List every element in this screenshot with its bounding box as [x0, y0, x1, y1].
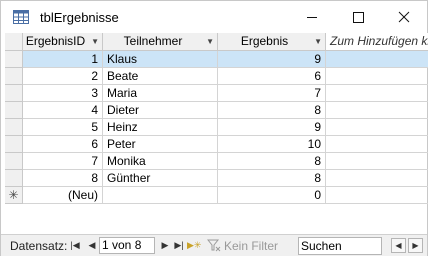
dropdown-arrow-icon[interactable]: ▼ — [314, 33, 322, 50]
cell-ergebnis[interactable]: 9 — [218, 51, 326, 68]
cell-ergebnis[interactable]: 8 — [218, 170, 326, 187]
cell-teilnehmer[interactable]: Heinz — [103, 119, 218, 136]
row-selector[interactable] — [5, 136, 23, 153]
cell-add-field[interactable] — [326, 119, 428, 136]
cell-add-field[interactable] — [326, 51, 428, 68]
cell-add-field[interactable] — [326, 170, 428, 187]
minimize-icon — [307, 17, 317, 18]
cell-ergebnisid[interactable]: 4 — [23, 102, 103, 119]
close-button[interactable] — [381, 1, 427, 33]
last-record-icon[interactable]: ▶| — [173, 238, 185, 253]
table-row[interactable]: 7 Monika 8 — [5, 153, 428, 170]
first-record-icon[interactable]: |◀ — [69, 238, 81, 253]
new-record-nav-icon[interactable]: ▶✳ — [187, 238, 201, 253]
cell-ergebnis[interactable]: 10 — [218, 136, 326, 153]
cell-add-field[interactable] — [326, 153, 428, 170]
cell-ergebnis[interactable]: 0 — [218, 187, 326, 204]
cell-ergebnisid[interactable]: 3 — [23, 85, 103, 102]
cell-add-field[interactable] — [326, 136, 428, 153]
close-icon — [398, 11, 410, 23]
table-row[interactable]: 4 Dieter 8 — [5, 102, 428, 119]
column-header-label: Teilnehmer — [123, 34, 183, 48]
column-header-label: ErgebnisID — [25, 34, 86, 48]
cell-ergebnisid[interactable]: 7 — [23, 153, 103, 170]
no-filter-icon — [207, 239, 221, 252]
column-header-ergebnis[interactable]: Ergebnis ▼ — [218, 33, 326, 51]
cell-teilnehmer[interactable]: Dieter — [103, 102, 218, 119]
cell-teilnehmer[interactable]: Peter — [103, 136, 218, 153]
maximize-icon — [353, 12, 364, 23]
row-selector[interactable] — [5, 68, 23, 85]
cell-ergebnis[interactable]: 8 — [218, 153, 326, 170]
datasheet-grid: ErgebnisID ▼ Teilnehmer ▼ Ergebnis ▼ Zum… — [5, 33, 428, 231]
cell-teilnehmer[interactable]: Monika — [103, 153, 218, 170]
column-header-label: Zum Hinzufügen kli — [330, 34, 428, 48]
cell-ergebnis[interactable]: 8 — [218, 102, 326, 119]
table-row[interactable]: 1 Klaus 9 — [5, 51, 428, 68]
cell-add-field[interactable] — [326, 187, 428, 204]
dropdown-arrow-icon[interactable]: ▼ — [206, 33, 214, 50]
scroll-left-icon[interactable]: ◀ — [391, 238, 406, 253]
datasheet-window: tblErgebnisse ErgebnisID ▼ Teilnehmer ▼ … — [0, 0, 428, 256]
cell-add-field[interactable] — [326, 102, 428, 119]
table-icon — [13, 10, 29, 24]
row-selector[interactable] — [5, 51, 23, 68]
cell-ergebnis[interactable]: 7 — [218, 85, 326, 102]
cell-teilnehmer[interactable]: Günther — [103, 170, 218, 187]
row-selector[interactable] — [5, 153, 23, 170]
cell-add-field[interactable] — [326, 85, 428, 102]
column-header-ergebnisid[interactable]: ErgebnisID ▼ — [23, 33, 103, 51]
title-bar: tblErgebnisse — [1, 1, 427, 33]
table-row[interactable]: 2 Beate 6 — [5, 68, 428, 85]
record-position-field[interactable]: 1 von 8 — [99, 237, 155, 254]
new-record-icon: ✳ — [5, 187, 23, 204]
select-all-corner[interactable] — [5, 33, 23, 51]
column-header-add-field[interactable]: Zum Hinzufügen kli — [326, 33, 428, 51]
column-header-teilnehmer[interactable]: Teilnehmer ▼ — [103, 33, 218, 51]
dropdown-arrow-icon[interactable]: ▼ — [91, 33, 99, 50]
record-navigation-bar: Datensatz: |◀ ◀ 1 von 8 ▶ ▶| ▶✳ Kein Fil… — [1, 234, 427, 256]
row-selector[interactable] — [5, 119, 23, 136]
search-input[interactable]: Suchen — [298, 237, 382, 255]
cell-teilnehmer[interactable]: Klaus — [103, 51, 218, 68]
minimize-button[interactable] — [289, 1, 335, 33]
cell-ergebnisid[interactable]: 6 — [23, 136, 103, 153]
table-row[interactable]: 6 Peter 10 — [5, 136, 428, 153]
cell-ergebnisid[interactable]: 1 — [23, 51, 103, 68]
row-selector[interactable] — [5, 170, 23, 187]
row-selector[interactable] — [5, 102, 23, 119]
cell-teilnehmer[interactable]: Maria — [103, 85, 218, 102]
filter-status[interactable]: Kein Filter — [224, 239, 278, 253]
next-record-icon[interactable]: ▶ — [159, 238, 171, 253]
scroll-right-icon[interactable]: ▶ — [408, 238, 423, 253]
table-row[interactable]: 8 Günther 8 — [5, 170, 428, 187]
maximize-button[interactable] — [335, 1, 381, 33]
window-title: tblErgebnisse — [40, 10, 119, 25]
row-selector[interactable] — [5, 85, 23, 102]
table-row[interactable]: 3 Maria 7 — [5, 85, 428, 102]
column-header-label: Ergebnis — [240, 34, 289, 48]
cell-ergebnisid[interactable]: 2 — [23, 68, 103, 85]
cell-ergebnis[interactable]: 6 — [218, 68, 326, 85]
cell-add-field[interactable] — [326, 68, 428, 85]
cell-teilnehmer[interactable]: Beate — [103, 68, 218, 85]
new-record-row[interactable]: ✳ (Neu) 0 — [5, 187, 428, 204]
cell-ergebnisid[interactable]: 8 — [23, 170, 103, 187]
cell-ergebnis[interactable]: 9 — [218, 119, 326, 136]
cell-ergebnisid[interactable]: 5 — [23, 119, 103, 136]
table-row[interactable]: 5 Heinz 9 — [5, 119, 428, 136]
record-label: Datensatz: — [10, 239, 68, 253]
previous-record-icon[interactable]: ◀ — [86, 238, 98, 253]
cell-ergebnisid[interactable]: (Neu) — [23, 187, 103, 204]
cell-teilnehmer[interactable] — [103, 187, 218, 204]
